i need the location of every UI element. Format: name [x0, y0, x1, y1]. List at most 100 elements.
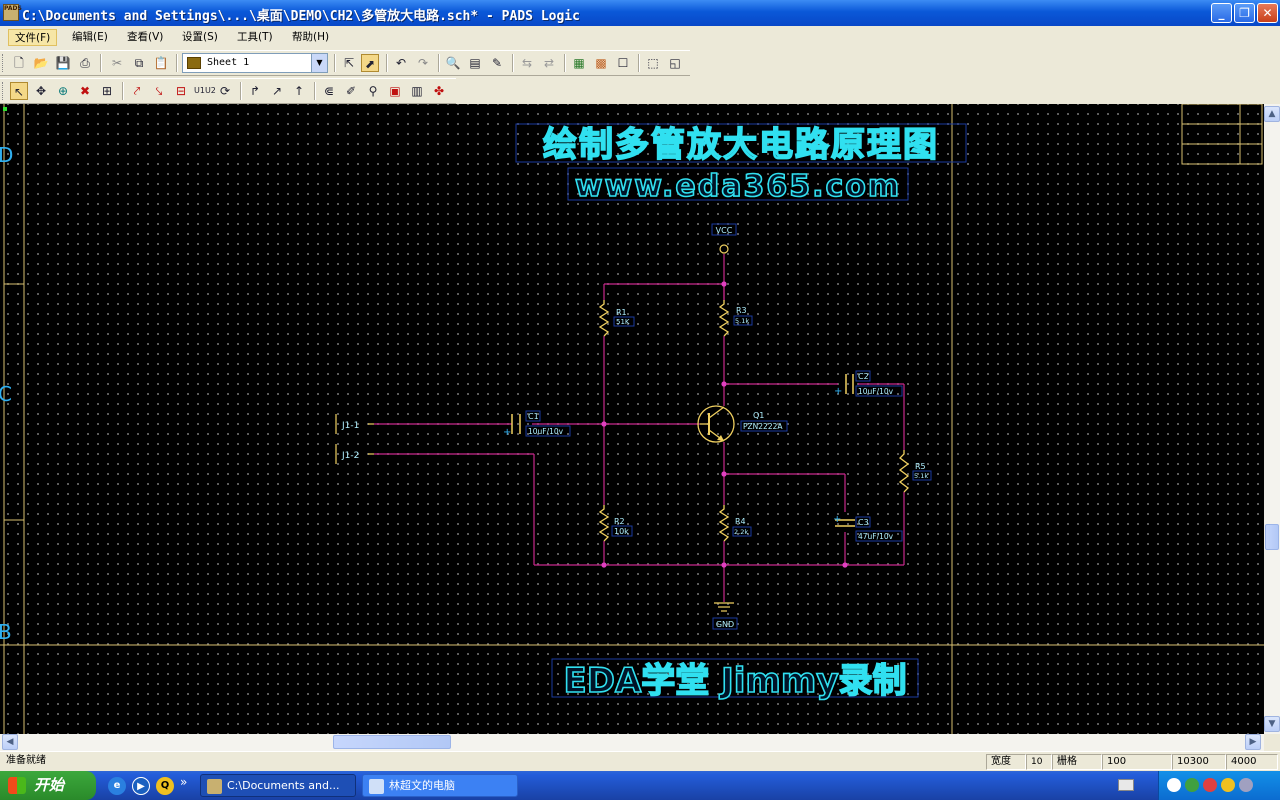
- add-field-icon[interactable]: ⊟: [172, 82, 190, 100]
- report-icon[interactable]: ⬚: [644, 54, 662, 72]
- library-icon[interactable]: ▥: [408, 82, 426, 100]
- pads-pcb-icon[interactable]: ▦: [570, 54, 588, 72]
- add-bus-icon[interactable]: ⤥: [150, 82, 168, 100]
- component-value: PZN2222A: [743, 422, 783, 431]
- menu-help[interactable]: 帮助(H): [286, 29, 335, 46]
- component-value: 47uF/10v: [858, 532, 894, 541]
- save-icon[interactable]: 💾: [54, 54, 72, 72]
- rotate-icon[interactable]: ⟳: [216, 82, 234, 100]
- vcc-power-symbol[interactable]: VCC: [711, 223, 737, 254]
- router-link-icon[interactable]: ⇄: [540, 54, 558, 72]
- pads-router-icon[interactable]: ▩: [592, 54, 610, 72]
- qq-icon[interactable]: Q: [156, 777, 174, 795]
- schematic-footer[interactable]: EDA学堂 Jimmy录制: [563, 660, 908, 702]
- gnd-symbol[interactable]: GND: [712, 602, 738, 630]
- task-my-computer[interactable]: 林超文的电脑: [362, 774, 518, 797]
- connector-j1-2[interactable]: J1-2: [335, 444, 374, 464]
- component-ref: C2: [858, 372, 869, 381]
- start-button[interactable]: 开始: [0, 771, 96, 800]
- schematic-title[interactable]: 绘制多管放大电路原理图: [542, 124, 939, 166]
- edit-part-icon[interactable]: ✐: [342, 82, 360, 100]
- add-connection-icon[interactable]: ⤤: [128, 82, 146, 100]
- title-bar[interactable]: PADS C:\Documents and Settings\...\桌面\DE…: [0, 0, 1280, 26]
- move-label-icon[interactable]: ✤: [430, 82, 448, 100]
- properties-icon[interactable]: ☐: [614, 54, 632, 72]
- width-value: 10: [1026, 754, 1052, 770]
- scroll-down-icon[interactable]: ▼: [1264, 716, 1280, 732]
- pads-app-icon[interactable]: PADS: [3, 4, 22, 21]
- part-editor-icon[interactable]: ⚲: [364, 82, 382, 100]
- new-icon[interactable]: 🗋: [10, 54, 28, 72]
- standard-toolbar: 🗋 📂 💾 ⎙ ✂ ⧉ 📋 Sheet 1 ▼ ⇱ ⬈ ↶ ↷ 🔍 ▤ ✎ ⇆ …: [0, 50, 690, 76]
- horizontal-scrollbar[interactable]: ◀ ▶: [0, 734, 1264, 751]
- security-icon[interactable]: [1239, 778, 1253, 792]
- task-pads-logic[interactable]: C:\Documents and...: [200, 774, 356, 797]
- swap-icon[interactable]: U1U2: [194, 82, 216, 100]
- wires[interactable]: [374, 254, 905, 602]
- resistor-r5[interactable]: R5 5.1k: [898, 450, 932, 493]
- add-component-icon[interactable]: ⊕: [54, 82, 72, 100]
- properties-icon[interactable]: ⊞: [98, 82, 116, 100]
- minimize-button[interactable]: _: [1211, 3, 1232, 23]
- redraw-icon[interactable]: ✎: [488, 54, 506, 72]
- print-icon[interactable]: ⎙: [76, 54, 94, 72]
- vertical-scrollbar[interactable]: ▲ ▼: [1264, 104, 1280, 734]
- component-value: 10uF/10v: [528, 427, 564, 436]
- ie-icon[interactable]: e: [108, 777, 126, 795]
- scroll-right-icon[interactable]: ▶: [1245, 734, 1261, 750]
- network-icon[interactable]: [1167, 778, 1181, 792]
- qq-tray-icon[interactable]: [1221, 778, 1235, 792]
- add-text-icon[interactable]: ↗: [268, 82, 286, 100]
- paste-icon[interactable]: 📋: [152, 54, 170, 72]
- vertical-scroll-thumb[interactable]: [1265, 524, 1279, 550]
- restore-button[interactable]: ❐: [1234, 3, 1255, 23]
- close-button[interactable]: ✕: [1257, 3, 1278, 23]
- media-player-icon[interactable]: ▶: [132, 777, 150, 795]
- schematic-drawing: D C B 绘制多管放大电路原理图 www.eda365.com EDA学堂 J…: [0, 104, 1264, 734]
- redo-icon[interactable]: ↷: [414, 54, 432, 72]
- cut-icon[interactable]: ✂: [108, 54, 126, 72]
- schematic-url[interactable]: www.eda365.com: [574, 168, 901, 205]
- open-icon[interactable]: 📂: [32, 54, 50, 72]
- sheet-selector[interactable]: Sheet 1 ▼: [182, 53, 328, 73]
- schematic-canvas[interactable]: D C B 绘制多管放大电路原理图 www.eda365.com EDA学堂 J…: [0, 104, 1264, 734]
- menu-file[interactable]: 文件(F): [8, 29, 58, 46]
- capacitor-c3[interactable]: + C3 47uF/10v: [833, 514, 903, 542]
- menu-edit[interactable]: 编辑(E): [66, 29, 114, 46]
- horizontal-scroll-thumb[interactable]: [333, 735, 451, 749]
- resistor-r3[interactable]: R3 5.1k: [718, 300, 753, 337]
- sheet-list-icon[interactable]: ▤: [466, 54, 484, 72]
- select-mode-icon[interactable]: ⬈: [361, 54, 379, 72]
- resistor-r1[interactable]: R1 51K: [598, 300, 635, 337]
- delete-icon[interactable]: ✖: [76, 82, 94, 100]
- window-icon[interactable]: ◱: [666, 54, 684, 72]
- menu-view[interactable]: 查看(V): [121, 29, 169, 46]
- net-icon[interactable]: ⋐: [320, 82, 338, 100]
- copy-icon[interactable]: ⧉: [130, 54, 148, 72]
- pcb-link-icon[interactable]: ⇆: [518, 54, 536, 72]
- quicklaunch-overflow[interactable]: »: [180, 775, 187, 789]
- chevron-down-icon[interactable]: ▼: [311, 54, 327, 72]
- component-ref: R4: [735, 517, 746, 526]
- transistor-q1[interactable]: Q1 PZN2222A: [697, 405, 788, 443]
- toolbar-grip[interactable]: [2, 82, 5, 100]
- resistor-r2[interactable]: R2 10k: [598, 505, 633, 542]
- resistor-r4[interactable]: R4 2.2k: [718, 505, 752, 542]
- move-icon[interactable]: ✥: [32, 82, 50, 100]
- select-filter-icon[interactable]: ⇱: [340, 54, 358, 72]
- connector-j1-1[interactable]: J1-1: [335, 414, 374, 434]
- zoom-icon[interactable]: 🔍: [444, 54, 462, 72]
- menu-setup[interactable]: 设置(S): [176, 29, 224, 46]
- undo-icon[interactable]: ↶: [392, 54, 410, 72]
- antivirus-icon[interactable]: [1203, 778, 1217, 792]
- volume-icon[interactable]: [1185, 778, 1199, 792]
- scroll-up-icon[interactable]: ▲: [1264, 106, 1280, 122]
- add-pin-icon[interactable]: ↱: [246, 82, 264, 100]
- scroll-left-icon[interactable]: ◀: [2, 734, 18, 750]
- keyboard-icon[interactable]: [1118, 779, 1134, 791]
- add-net-label-icon[interactable]: ↑: [290, 82, 308, 100]
- menu-tools[interactable]: 工具(T): [231, 29, 279, 46]
- toolbar-grip[interactable]: [2, 54, 5, 72]
- decal-editor-icon[interactable]: ▣: [386, 82, 404, 100]
- select-icon[interactable]: ↖: [10, 82, 28, 100]
